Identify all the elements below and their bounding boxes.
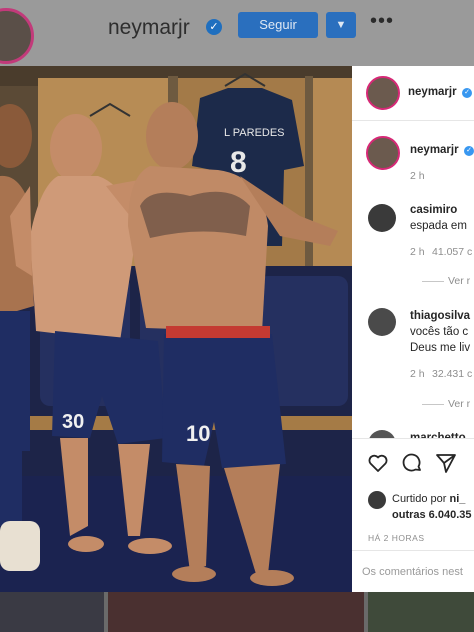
caption-author-avatar[interactable] [366,136,400,170]
replies-line [422,281,444,282]
suggestions-dropdown-button[interactable]: ▼ [326,12,356,38]
grid-thumbnail[interactable] [0,592,104,632]
shorts-number-right: 10 [186,421,210,446]
comment-text: espada em [410,220,467,232]
more-options-button[interactable]: ••• [370,10,394,33]
liked-by-avatar[interactable] [368,491,386,509]
comment-likes[interactable]: 32.431 c [432,368,472,380]
profile-username[interactable]: neymarjr [108,16,190,40]
view-replies-link[interactable]: Ver r [448,275,470,287]
verified-badge-icon: ✓ [206,19,222,35]
view-replies-link[interactable]: Ver r [448,398,470,410]
comment-time[interactable]: 2 h [410,246,425,258]
heart-icon[interactable] [366,451,390,475]
profile-grid-strip [0,592,474,632]
post-time-ago[interactable]: HÁ 2 HORAS [368,533,425,543]
comment-input-area[interactable]: Os comentários nest [352,550,474,592]
author-avatar[interactable] [366,76,400,110]
profile-avatar[interactable] [0,8,34,64]
liked-by-prefix: Curtido por [392,493,447,505]
grid-thumbnail[interactable] [108,592,364,632]
grid-thumbnail[interactable] [368,592,474,632]
comment-icon[interactable] [400,451,424,475]
post-author-row: neymarjr ✓ [352,66,474,121]
post-photo: L PAREDES 8 30 10 [0,66,352,592]
share-icon[interactable] [434,451,458,475]
comment-text-line: Deus me liv [410,342,471,354]
commenter-avatar[interactable] [368,204,396,232]
liked-by-text: Curtido por ni_ [392,493,465,505]
chevron-down-icon: ▼ [335,19,347,31]
comment-username[interactable]: casimiro [410,204,457,216]
shorts-number-left: 30 [62,411,84,433]
comment-time[interactable]: 2 h [410,368,425,380]
caption-author-username[interactable]: neymarjr [410,144,459,156]
liked-by-user[interactable]: ni_ [449,493,465,505]
verified-badge-icon: ✓ [462,88,472,98]
post-side-panel: neymarjr ✓ neymarjr ✓ 2 h casimiro espad… [352,66,474,592]
comment-username[interactable]: thiagosilva [410,310,470,322]
jersey-name-text: L PAREDES [224,127,285,139]
comment-placeholder: Os comentários nest [362,566,463,578]
follow-button[interactable]: Seguir [238,12,318,38]
caption-timestamp[interactable]: 2 h [410,170,425,182]
author-username[interactable]: neymarjr [408,86,457,98]
comment-text-line: vocês tão c [410,326,469,338]
comment-likes[interactable]: 41.057 c [432,246,472,258]
replies-line [422,404,444,405]
profile-header: neymarjr ✓ Seguir ▼ ••• [0,0,474,66]
liked-by-others[interactable]: outras 6.040.35 [392,509,472,521]
verified-badge-icon: ✓ [464,146,474,156]
commenter-avatar[interactable] [368,308,396,336]
